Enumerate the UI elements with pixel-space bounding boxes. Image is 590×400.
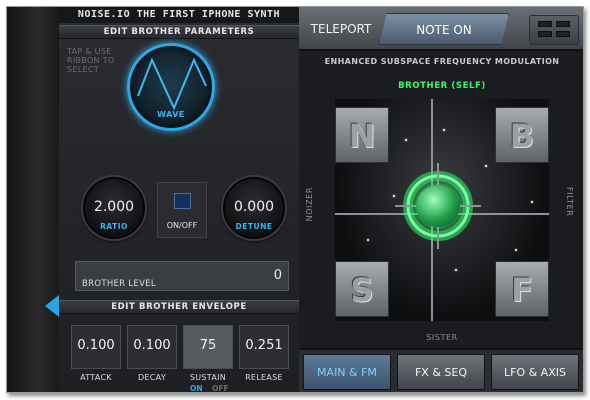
menu-bar-icon xyxy=(538,31,552,37)
menu-bar-icon xyxy=(538,21,552,27)
app-title: NOISE.IO THE FIRST IPHONE SYNTH xyxy=(59,7,299,23)
attack-value: 0.100 xyxy=(77,338,115,353)
attack-field[interactable]: 0.100 xyxy=(71,325,121,369)
star xyxy=(485,165,487,167)
brother-self-label: BROTHER (SELF) xyxy=(398,81,486,91)
sustain-value: 75 xyxy=(199,338,217,353)
star xyxy=(405,139,407,141)
ratio-label: RATIO xyxy=(100,222,128,231)
attack-label: ATTACK xyxy=(80,373,112,382)
detune-knob[interactable]: 0.000 DETUNE xyxy=(223,177,285,239)
menu-bar-icon xyxy=(556,31,570,37)
brother-level-value: 0 xyxy=(273,268,282,283)
decay-field[interactable]: 0.100 xyxy=(127,325,177,369)
wave-selector[interactable]: WAVE xyxy=(127,43,215,131)
detune-label: DETUNE xyxy=(235,222,273,231)
sustain-on-toggle[interactable]: ON xyxy=(190,384,203,392)
noizer-axis-label: NOIZER xyxy=(305,187,314,222)
corner-s: S xyxy=(335,261,389,317)
release-label: RELEASE xyxy=(245,373,283,382)
brother-onoff-toggle[interactable]: ON/OFF xyxy=(157,182,207,238)
sister-axis-label: SISTER xyxy=(426,333,458,342)
menu-bar-icon xyxy=(556,21,570,27)
brother-level-slider[interactable]: BROTHER LEVEL 0 xyxy=(75,261,289,291)
fm-control-panel: TELEPORT NOTE ON ENHANCED SUBSPACE FREQU… xyxy=(299,7,583,392)
sustain-label: SUSTAIN xyxy=(189,373,227,382)
app-window: NOISE.IO THE FIRST IPHONE SYNTH EDIT BRO… xyxy=(6,6,584,393)
tab-lfo-axis[interactable]: LFO & AXIS xyxy=(491,354,579,390)
brother-level-label: BROTHER LEVEL xyxy=(82,279,156,289)
corner-b: B xyxy=(495,107,549,163)
detune-value: 0.000 xyxy=(233,199,275,215)
xy-cursor-orb[interactable] xyxy=(416,185,460,227)
tab-main-fm[interactable]: MAIN & FM xyxy=(303,354,391,390)
edit-brother-envelope-header: EDIT BROTHER ENVELOPE xyxy=(59,300,299,314)
sustain-field[interactable]: 75 xyxy=(183,325,233,369)
star xyxy=(515,249,517,251)
keyboard-menu-button[interactable] xyxy=(529,15,579,45)
ratio-knob[interactable]: 2.000 RATIO xyxy=(83,177,145,239)
star xyxy=(455,269,457,271)
tab-fx-seq[interactable]: FX & SEQ xyxy=(397,354,485,390)
note-on-button[interactable]: NOTE ON xyxy=(379,13,509,45)
onoff-checkbox[interactable] xyxy=(174,193,191,209)
ratio-value: 2.000 xyxy=(93,199,135,215)
filter-axis-label: FILTER xyxy=(565,187,574,217)
left-rail xyxy=(7,7,59,392)
edit-brother-parameters-header: EDIT BROTHER PARAMETERS xyxy=(59,25,299,39)
corner-n: N xyxy=(335,107,389,163)
sustain-off-toggle[interactable]: OFF xyxy=(212,384,229,392)
corner-f: F xyxy=(495,261,549,317)
top-toolbar: TELEPORT NOTE ON xyxy=(299,7,583,51)
star xyxy=(531,201,533,203)
teleport-button[interactable]: TELEPORT xyxy=(303,13,379,45)
brother-parameters-panel: NOISE.IO THE FIRST IPHONE SYNTH EDIT BRO… xyxy=(59,7,299,392)
release-field[interactable]: 0.251 xyxy=(239,325,289,369)
star xyxy=(367,239,369,241)
onoff-label: ON/OFF xyxy=(166,221,198,230)
panel-pointer-arrow xyxy=(45,295,59,317)
bottom-tab-bar: MAIN & FM FX & SEQ LFO & AXIS xyxy=(299,348,583,392)
fm-subtitle: ENHANCED SUBSPACE FREQUENCY MODULATION xyxy=(324,57,560,66)
decay-label: DECAY xyxy=(137,373,167,382)
release-value: 0.251 xyxy=(245,338,283,353)
star xyxy=(443,129,445,131)
wave-label: WAVE xyxy=(157,110,185,119)
decay-value: 0.100 xyxy=(133,338,171,353)
